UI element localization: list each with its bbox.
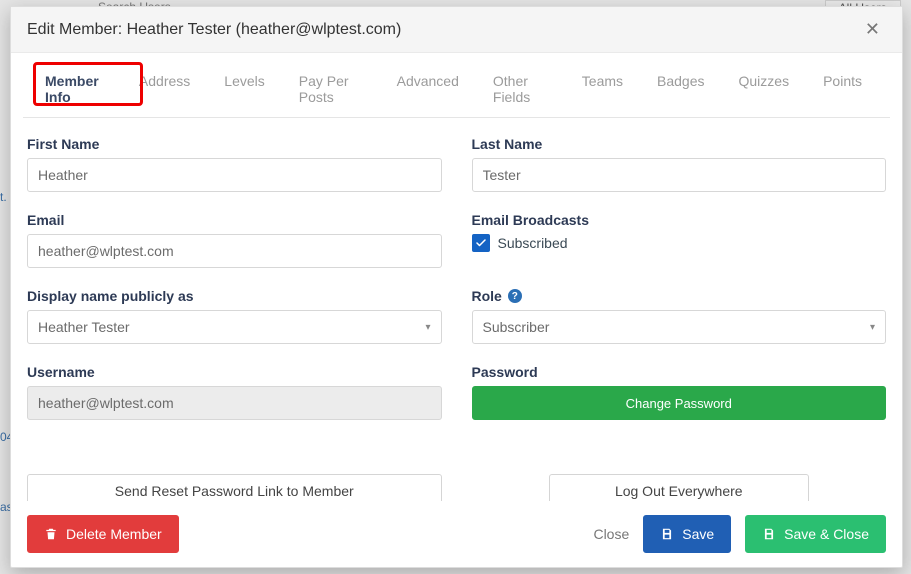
chevron-down-icon: ▾ (870, 322, 875, 333)
modal-title: Edit Member: Heather Tester (heather@wlp… (27, 21, 401, 39)
field-first-name: First Name (27, 136, 442, 192)
save-label: Save (682, 526, 714, 542)
field-username: Username (27, 364, 442, 420)
change-password-button[interactable]: Change Password (472, 386, 887, 420)
save-close-label: Save & Close (784, 526, 869, 542)
check-icon (475, 237, 487, 249)
tab-bar: Member Info Address Levels Pay Per Posts… (23, 63, 890, 118)
tab-points[interactable]: Points (809, 63, 876, 117)
chevron-down-icon: ▾ (425, 322, 430, 333)
field-email-broadcasts: Email Broadcasts Subscribed (472, 212, 887, 268)
modal-footer: Delete Member Close Save Save & Close (11, 501, 902, 567)
trash-icon (44, 527, 58, 541)
field-password: Password Change Password (472, 364, 887, 420)
close-link[interactable]: Close (593, 526, 629, 542)
logout-everywhere-label: Log Out Everywhere (615, 483, 743, 499)
tab-member-info[interactable]: Member Info (31, 63, 119, 117)
close-icon[interactable]: ✕ (859, 17, 886, 42)
label-display-name: Display name publicly as (27, 288, 442, 304)
label-role: Role (472, 288, 502, 304)
tab-address[interactable]: Address (125, 63, 204, 117)
send-reset-label: Send Reset Password Link to Member (115, 483, 354, 499)
field-last-name: Last Name (472, 136, 887, 192)
help-icon[interactable]: ? (508, 289, 522, 303)
email-input[interactable] (27, 234, 442, 268)
tab-teams[interactable]: Teams (568, 63, 637, 117)
label-first-name: First Name (27, 136, 442, 152)
role-value: Subscriber (483, 319, 550, 335)
first-name-input[interactable] (27, 158, 442, 192)
tab-advanced[interactable]: Advanced (383, 63, 473, 117)
tab-pay-per-posts[interactable]: Pay Per Posts (285, 63, 377, 117)
tab-other-fields[interactable]: Other Fields (479, 63, 562, 117)
subscribed-checkbox[interactable] (472, 234, 490, 252)
modal-header: Edit Member: Heather Tester (heather@wlp… (11, 7, 902, 53)
last-name-input[interactable] (472, 158, 887, 192)
tab-badges[interactable]: Badges (643, 63, 718, 117)
save-icon (660, 527, 674, 541)
role-select[interactable]: Subscriber ▾ (472, 310, 887, 344)
tab-levels[interactable]: Levels (210, 63, 278, 117)
logout-everywhere-button[interactable]: Log Out Everywhere (549, 474, 809, 501)
send-reset-button[interactable]: Send Reset Password Link to Member (27, 474, 442, 501)
change-password-label: Change Password (626, 396, 732, 411)
username-input (27, 386, 442, 420)
modal-body: First Name Last Name Email Email Broadca… (11, 118, 902, 501)
label-username: Username (27, 364, 442, 380)
label-email: Email (27, 212, 442, 228)
save-close-button[interactable]: Save & Close (745, 515, 886, 553)
display-name-value: Heather Tester (38, 319, 130, 335)
tab-quizzes[interactable]: Quizzes (725, 63, 804, 117)
edit-member-modal: Edit Member: Heather Tester (heather@wlp… (10, 6, 903, 568)
bg-fragment: t. (0, 190, 7, 204)
label-email-broadcasts: Email Broadcasts (472, 212, 887, 228)
label-password: Password (472, 364, 887, 380)
label-last-name: Last Name (472, 136, 887, 152)
field-display-name: Display name publicly as Heather Tester … (27, 288, 442, 344)
delete-member-button[interactable]: Delete Member (27, 515, 179, 553)
display-name-select[interactable]: Heather Tester ▾ (27, 310, 442, 344)
field-email: Email (27, 212, 442, 268)
subscribed-label: Subscribed (498, 235, 568, 251)
save-button[interactable]: Save (643, 515, 731, 553)
save-icon (762, 527, 776, 541)
field-role: Role ? Subscriber ▾ (472, 288, 887, 344)
delete-member-label: Delete Member (66, 526, 162, 542)
